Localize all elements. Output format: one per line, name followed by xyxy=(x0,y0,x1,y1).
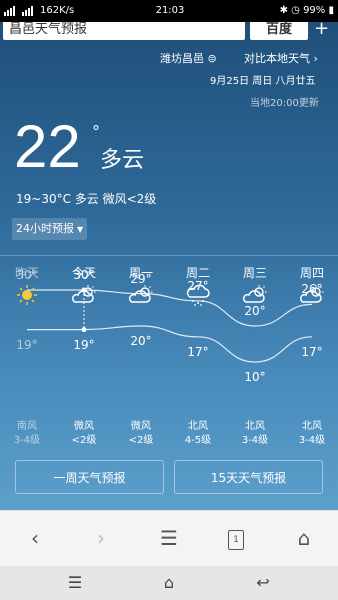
low-temp-label: 19° xyxy=(16,337,38,352)
forward-icon[interactable]: › xyxy=(86,525,116,551)
wind-level: <2级 xyxy=(128,435,154,446)
wind-level: 3-4级 xyxy=(13,435,41,446)
menu-icon[interactable]: ☰ xyxy=(154,525,184,551)
status-bar: 162K/s 21:03 ✱ ◷ 99% ▮ xyxy=(0,0,338,22)
wind-level: 3-4级 xyxy=(241,435,269,446)
high-temp-label: 29° xyxy=(130,271,152,286)
wind-info: 微风 <2级 xyxy=(116,420,166,448)
low-temp-label: 20° xyxy=(130,334,152,348)
low-temp-label: 19° xyxy=(73,337,95,352)
back-icon[interactable]: ‹ xyxy=(20,525,50,551)
bluetooth-icon: ✱ xyxy=(279,5,288,16)
back-icon[interactable]: ↩ xyxy=(248,570,278,596)
weather-panel: 昌邑天气预报 百度 + 潍坊昌邑 ⊜ 对比本地天气 › 9月25日 周日 八月廿… xyxy=(0,22,338,510)
system-nav-bar: ☰ ⌂ ↩ xyxy=(0,566,338,600)
wind-level: 3-4级 xyxy=(298,435,326,446)
battery: ✱ ◷ 99% ▮ xyxy=(280,5,334,16)
fifteen-day-forecast-button[interactable]: 15天天气预报 xyxy=(174,460,323,494)
wind-direction: 微风 xyxy=(74,421,94,432)
partly-cloudy-icon xyxy=(240,284,270,306)
wind-direction: 北风 xyxy=(302,421,322,432)
wind-level: <2级 xyxy=(71,435,97,446)
wind-info: 北风 4-5级 xyxy=(173,420,223,448)
wind-info: 北风 3-4级 xyxy=(230,420,280,448)
clock: 21:03 xyxy=(155,5,185,16)
wind-info: 微风 <2级 xyxy=(59,420,109,448)
wind-level: 4-5级 xyxy=(184,435,212,446)
wind-direction: 北风 xyxy=(188,421,208,432)
wind-direction: 微风 xyxy=(131,421,151,432)
high-temp-label: 30° xyxy=(73,268,95,282)
sun-icon xyxy=(12,284,42,306)
browser-toolbar: ‹ › ☰ 1 ⌂ xyxy=(0,510,338,567)
wind-direction: 南风 xyxy=(17,421,37,432)
tabs-icon[interactable]: 1 xyxy=(221,525,251,551)
high-temp-label: 26° xyxy=(301,282,323,297)
high-temp-label: 27° xyxy=(187,278,209,293)
day-label: 周四 xyxy=(299,266,324,280)
tab-count: 1 xyxy=(228,529,244,550)
alarm-icon: ◷ xyxy=(291,5,300,16)
low-temp-label: 10° xyxy=(244,370,266,384)
high-temp-label: 30° xyxy=(16,268,38,282)
menu-icon[interactable]: ☰ xyxy=(60,570,90,596)
network-speed: 162K/s xyxy=(40,5,75,16)
battery-icon: ▮ xyxy=(328,5,334,16)
wind-direction: 北风 xyxy=(245,421,265,432)
forecast-panel: 昨天 30° 19° 南风 3-4级 今天 30° 19° 微风 <2级 周一 29° 20° 微风 <2级… xyxy=(0,22,338,510)
day-label: 周三 xyxy=(242,266,267,280)
battery-level: 99% xyxy=(303,5,326,16)
low-temp-label: 17° xyxy=(301,344,323,359)
wind-info: 南风 3-4级 xyxy=(2,420,52,448)
today-low-point xyxy=(81,327,87,333)
home-icon[interactable]: ⌂ xyxy=(289,525,319,551)
low-temp-label: 17° xyxy=(187,344,209,359)
week-forecast-button[interactable]: 一周天气预报 xyxy=(15,460,164,494)
high-temp-label: 20° xyxy=(244,304,266,318)
partly-cloudy-icon xyxy=(126,284,156,306)
partly-cloudy-icon xyxy=(69,284,99,306)
signal-icon xyxy=(4,5,34,16)
home-icon[interactable]: ⌂ xyxy=(154,570,184,596)
wind-info: 北风 3-4级 xyxy=(287,420,337,448)
